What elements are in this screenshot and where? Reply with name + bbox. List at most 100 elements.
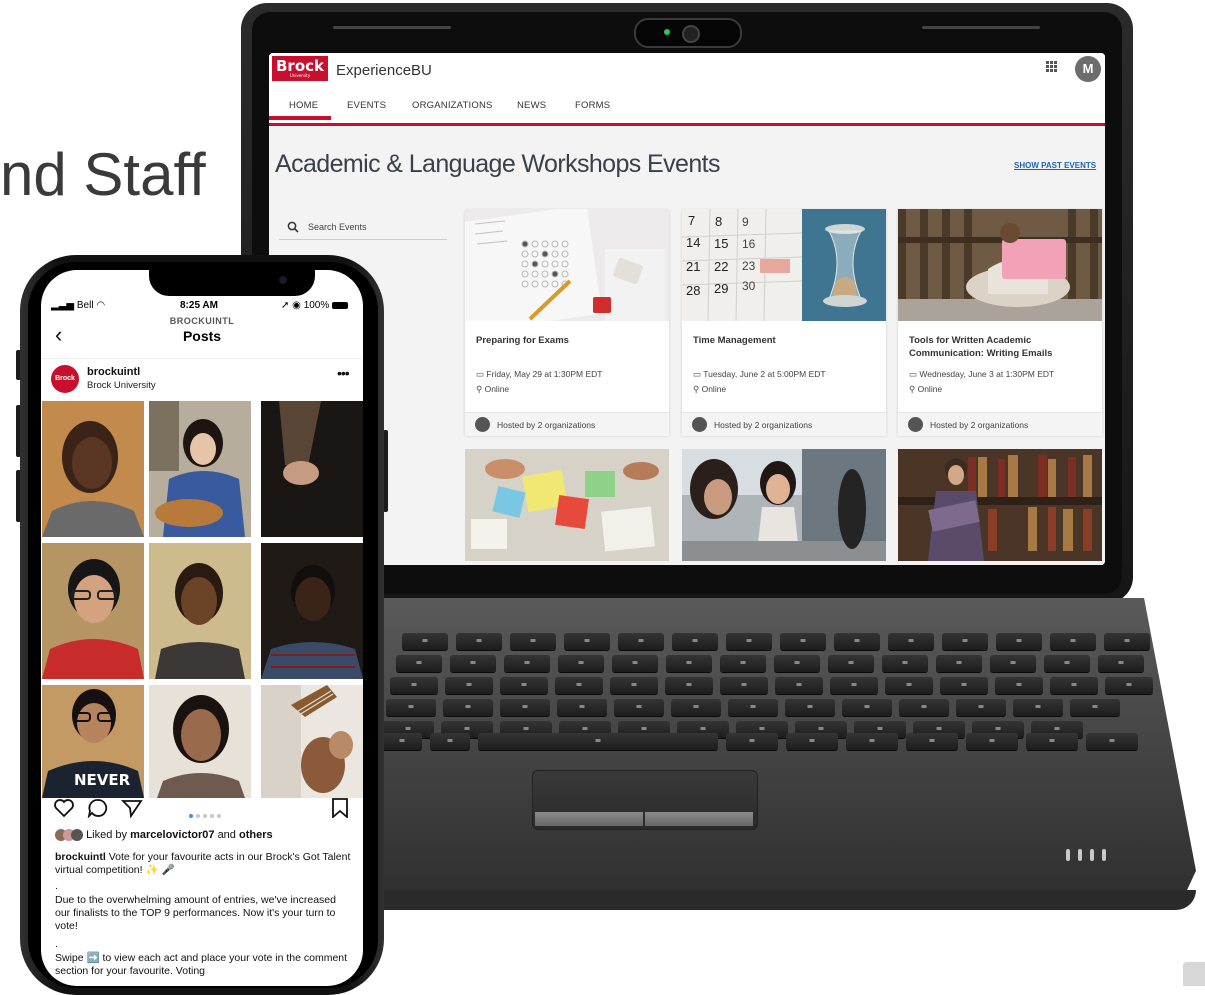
grid-tile[interactable] xyxy=(261,685,363,798)
keyboard-key[interactable] xyxy=(990,655,1036,672)
keyboard-key[interactable] xyxy=(500,677,548,694)
caption-username[interactable]: brockuintl xyxy=(55,851,106,863)
user-avatar[interactable]: M xyxy=(1075,56,1101,82)
event-card[interactable]: 7 8 9 14 15 16 21 22 23 28 29 30 Time Ma… xyxy=(682,209,886,436)
nav-news[interactable]: NEWS xyxy=(517,100,546,111)
keyboard-key[interactable] xyxy=(456,633,502,650)
corner-scroll-handle[interactable] xyxy=(1183,962,1205,986)
comment-icon[interactable] xyxy=(87,798,109,818)
keyboard-key[interactable] xyxy=(1013,699,1063,716)
keyboard-key[interactable] xyxy=(728,699,778,716)
keyboard-key[interactable] xyxy=(834,633,880,650)
event-card[interactable]: Preparing for Exams ▭ Friday, May 29 at … xyxy=(465,209,669,436)
keyboard-key[interactable] xyxy=(1105,677,1153,694)
keyboard-key[interactable] xyxy=(1098,655,1144,672)
keyboard-key[interactable] xyxy=(966,733,1018,750)
keyboard-key[interactable] xyxy=(936,655,982,672)
nav-events[interactable]: EVENTS xyxy=(347,100,386,111)
keyboard-key[interactable] xyxy=(785,699,835,716)
profile-avatar[interactable]: Brock xyxy=(51,365,79,393)
grid-tile[interactable] xyxy=(42,401,144,537)
keyboard-key[interactable] xyxy=(610,677,658,694)
keyboard-key[interactable] xyxy=(846,733,898,750)
keyboard-key[interactable] xyxy=(726,633,772,650)
keyboard-key[interactable] xyxy=(672,633,718,650)
keyboard-key[interactable] xyxy=(828,655,874,672)
post-username[interactable]: brockuintl xyxy=(87,366,140,378)
keyboard-key[interactable] xyxy=(504,655,550,672)
keyboard-key[interactable] xyxy=(774,655,820,672)
spacebar-key[interactable] xyxy=(478,733,718,750)
nav-forms[interactable]: FORMS xyxy=(575,100,610,111)
keyboard-key[interactable] xyxy=(1050,677,1098,694)
keyboard-key[interactable] xyxy=(885,677,933,694)
keyboard-key[interactable] xyxy=(564,633,610,650)
keyboard-key[interactable] xyxy=(830,677,878,694)
event-image-sticky-notes[interactable] xyxy=(465,449,669,561)
keyboard-key[interactable] xyxy=(775,677,823,694)
keyboard-key[interactable] xyxy=(882,655,928,672)
keyboard-key[interactable] xyxy=(450,655,496,672)
keyboard-key[interactable] xyxy=(720,655,766,672)
brock-logo[interactable]: Brock University xyxy=(272,56,328,81)
keyboard-key[interactable] xyxy=(726,733,778,750)
apps-grid-icon[interactable] xyxy=(1046,61,1058,73)
keyboard-key[interactable] xyxy=(510,633,556,650)
keyboard-key[interactable] xyxy=(1026,733,1078,750)
keyboard-key[interactable] xyxy=(899,699,949,716)
keyboard-key[interactable] xyxy=(1070,699,1120,716)
grid-tile[interactable] xyxy=(261,543,363,679)
keyboard-key[interactable] xyxy=(386,699,436,716)
keyboard-key[interactable] xyxy=(956,699,1006,716)
keyboard-key[interactable] xyxy=(786,733,838,750)
keyboard-key[interactable] xyxy=(382,733,422,750)
keyboard-key[interactable] xyxy=(430,733,470,750)
keyboard-key[interactable] xyxy=(557,699,607,716)
event-image-library[interactable] xyxy=(898,449,1102,561)
show-past-events-link[interactable]: SHOW PAST EVENTS xyxy=(1014,161,1096,170)
keyboard-key[interactable] xyxy=(995,677,1043,694)
keyboard-key[interactable] xyxy=(1050,633,1096,650)
grid-tile[interactable] xyxy=(42,543,144,679)
search-events-input[interactable]: Search Events xyxy=(279,211,447,240)
keyboard-key[interactable] xyxy=(614,699,664,716)
post-location[interactable]: Brock University xyxy=(87,380,156,391)
grid-tile[interactable]: NEVER xyxy=(42,685,144,798)
more-options-icon[interactable]: ••• xyxy=(337,365,350,381)
keyboard-key[interactable] xyxy=(780,633,826,650)
event-card[interactable]: Tools for Written Academic Communication… xyxy=(898,209,1102,436)
nav-home[interactable]: HOME xyxy=(289,100,318,111)
liked-by-user[interactable]: marcelovictor07 xyxy=(130,829,214,841)
trackpad-right-button[interactable] xyxy=(645,812,753,826)
keyboard-key[interactable] xyxy=(671,699,721,716)
keyboard-key[interactable] xyxy=(612,655,658,672)
keyboard-key[interactable] xyxy=(618,633,664,650)
keyboard-key[interactable] xyxy=(402,633,448,650)
keyboard-key[interactable] xyxy=(940,677,988,694)
trackpad-left-button[interactable] xyxy=(535,812,643,826)
share-icon[interactable] xyxy=(121,798,143,818)
keyboard-key[interactable] xyxy=(665,677,713,694)
heart-icon[interactable] xyxy=(53,798,75,818)
event-image-students[interactable] xyxy=(682,449,886,561)
keyboard-key[interactable] xyxy=(996,633,1042,650)
keyboard-key[interactable] xyxy=(445,677,493,694)
keyboard-key[interactable] xyxy=(500,699,550,716)
keyboard-key[interactable] xyxy=(906,733,958,750)
liked-by-others[interactable]: others xyxy=(239,829,273,841)
keyboard-key[interactable] xyxy=(666,655,712,672)
keyboard-key[interactable] xyxy=(390,677,438,694)
keyboard-key[interactable] xyxy=(842,699,892,716)
keyboard-key[interactable] xyxy=(558,655,604,672)
keyboard-key[interactable] xyxy=(555,677,603,694)
keyboard-key[interactable] xyxy=(1104,633,1150,650)
bookmark-icon[interactable] xyxy=(331,798,349,818)
keyboard-key[interactable] xyxy=(720,677,768,694)
grid-tile[interactable] xyxy=(149,401,251,537)
grid-tile[interactable] xyxy=(149,685,251,798)
grid-tile[interactable] xyxy=(261,401,363,537)
keyboard-key[interactable] xyxy=(443,699,493,716)
keyboard-key[interactable] xyxy=(1044,655,1090,672)
keyboard-key[interactable] xyxy=(888,633,934,650)
keyboard-key[interactable] xyxy=(396,655,442,672)
